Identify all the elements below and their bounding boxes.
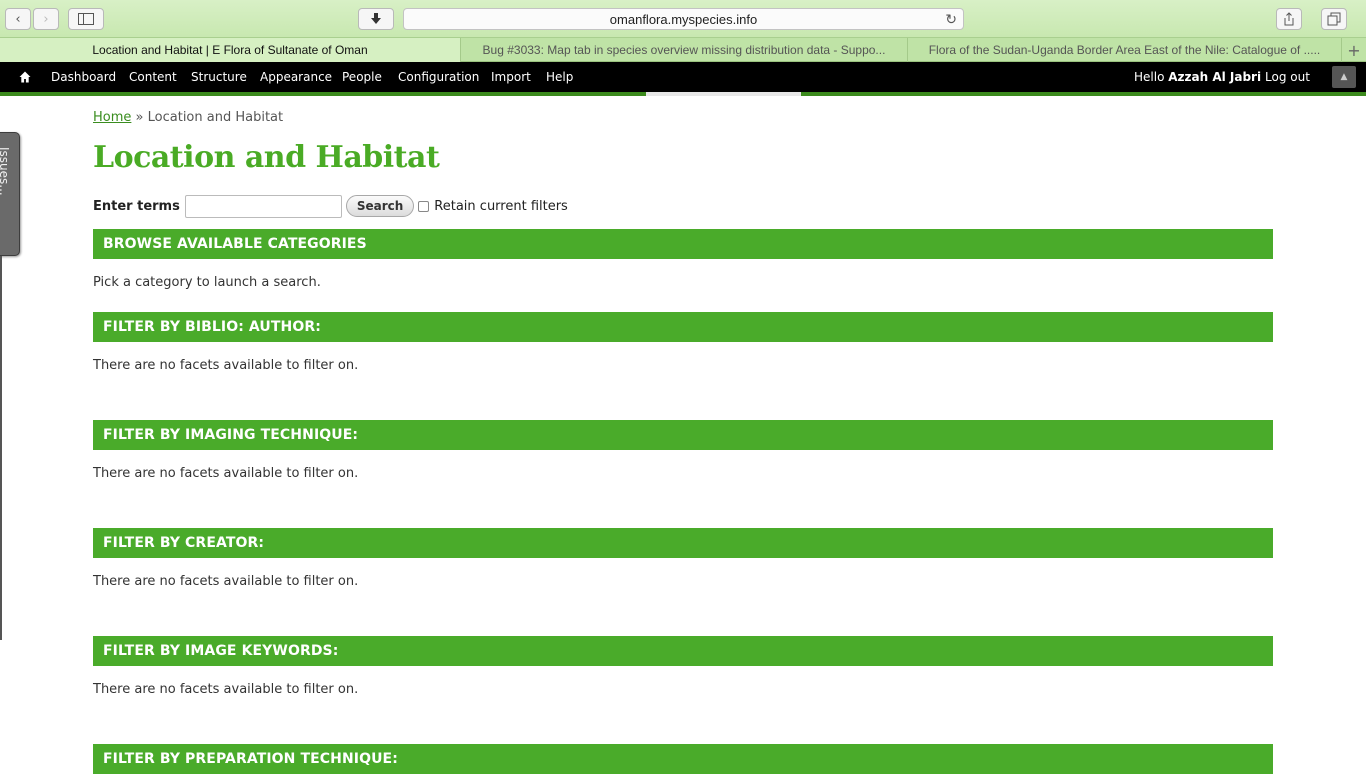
section-text: There are no facets available to filter … — [93, 682, 359, 697]
toolbar-toggle-button[interactable]: ▲ — [1332, 66, 1356, 88]
section-text: There are no facets available to filter … — [93, 574, 359, 589]
issues-panel-edge — [0, 256, 2, 640]
section-header-imaging-technique: FILTER BY IMAGING TECHNIQUE: — [93, 420, 1273, 450]
search-form: Enter terms Search Retain current filter… — [93, 194, 568, 218]
tabs-overview-button[interactable] — [1321, 8, 1347, 30]
browser-toolbar: ‹ › omanflora.myspecies.info ↻ — [0, 0, 1366, 38]
admin-menu-import[interactable]: Import — [491, 62, 531, 92]
admin-menu-content[interactable]: Content — [129, 62, 177, 92]
admin-menu-configuration[interactable]: Configuration — [398, 62, 479, 92]
tab-title: Bug #3033: Map tab in species overview m… — [482, 43, 886, 57]
share-button[interactable] — [1276, 8, 1302, 30]
tab-title: Location and Habitat | E Flora of Sultan… — [92, 43, 368, 57]
admin-toolbar: Dashboard Content Structure Appearance P… — [0, 62, 1366, 92]
greeting-text: Hello — [1134, 70, 1165, 84]
search-button[interactable]: Search — [345, 195, 415, 217]
chevron-left-icon: ‹ — [15, 11, 21, 27]
download-icon — [371, 13, 381, 24]
section-text: There are no facets available to filter … — [93, 466, 359, 481]
browser-tab[interactable]: Bug #3033: Map tab in species overview m… — [461, 38, 908, 62]
section-header-browse-categories: BROWSE AVAILABLE CATEGORIES — [93, 229, 1273, 259]
retain-filters-label[interactable]: Retain current filters — [434, 199, 568, 214]
forward-button[interactable]: › — [33, 8, 59, 30]
share-icon — [1284, 12, 1294, 26]
user-greeting: Hello Azzah Al Jabri — [1134, 62, 1261, 92]
section-header-biblio-author: FILTER BY BIBLIO: AUTHOR: — [93, 312, 1273, 342]
breadcrumb: Home » Location and Habitat — [93, 110, 283, 125]
plus-icon: + — [1347, 40, 1361, 60]
browser-tab[interactable]: Location and Habitat | E Flora of Sultan… — [0, 38, 461, 62]
tabs-icon — [1327, 12, 1341, 26]
reload-icon[interactable]: ↻ — [945, 11, 957, 28]
breadcrumb-current: Location and Habitat — [147, 110, 284, 125]
issues-tab[interactable]: Issues... — [0, 132, 20, 256]
chevron-right-icon: › — [43, 11, 49, 27]
section-header-creator: FILTER BY CREATOR: — [93, 528, 1273, 558]
browser-tab-bar: Location and Habitat | E Flora of Sultan… — [0, 38, 1366, 62]
username[interactable]: Azzah Al Jabri — [1168, 70, 1261, 84]
retain-filters-checkbox[interactable] — [418, 200, 430, 212]
triangle-up-icon: ▲ — [1340, 72, 1348, 82]
home-icon — [19, 71, 31, 83]
download-button[interactable] — [358, 8, 394, 30]
shortcut-bar — [0, 92, 1366, 96]
new-tab-button[interactable]: + — [1342, 38, 1366, 62]
tab-title: Flora of the Sudan-Uganda Border Area Ea… — [928, 43, 1321, 57]
page-title: Location and Habitat — [93, 140, 440, 175]
admin-menu-appearance[interactable]: Appearance — [260, 62, 332, 92]
section-header-preparation-technique: FILTER BY PREPARATION TECHNIQUE: — [93, 744, 1273, 774]
breadcrumb-separator: » — [135, 110, 144, 125]
sidebar-icon — [78, 13, 94, 25]
admin-menu-people[interactable]: People — [342, 62, 382, 92]
admin-menu-dashboard[interactable]: Dashboard — [51, 62, 116, 92]
section-text: There are no facets available to filter … — [93, 358, 359, 373]
search-input[interactable] — [184, 194, 342, 218]
admin-menu-help[interactable]: Help — [546, 62, 573, 92]
url-text: omanflora.myspecies.info — [609, 11, 758, 27]
admin-home-link[interactable] — [14, 62, 36, 92]
issues-tab-label: Issues... — [0, 147, 11, 196]
section-text: Pick a category to launch a search. — [93, 275, 321, 290]
logout-link[interactable]: Log out — [1265, 62, 1310, 92]
breadcrumb-home-link[interactable]: Home — [93, 110, 131, 125]
admin-menu-structure[interactable]: Structure — [191, 62, 247, 92]
section-header-image-keywords: FILTER BY IMAGE KEYWORDS: — [93, 636, 1273, 666]
search-label: Enter terms — [93, 198, 180, 214]
shortcut-bar-highlight — [646, 92, 801, 96]
browser-tab[interactable]: Flora of the Sudan-Uganda Border Area Ea… — [908, 38, 1342, 62]
back-button[interactable]: ‹ — [5, 8, 31, 30]
sidebar-toggle-button[interactable] — [68, 8, 104, 30]
address-bar[interactable]: omanflora.myspecies.info ↻ — [403, 8, 964, 30]
